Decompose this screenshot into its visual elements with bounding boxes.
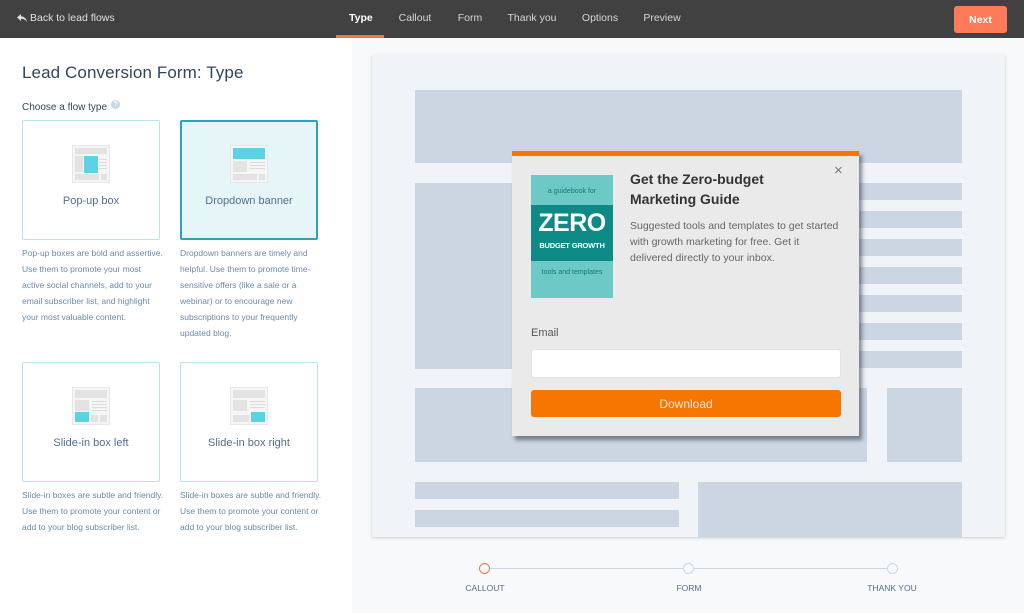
flow-type-card-slide-in-right[interactable]: Slide-in box right — [180, 362, 318, 482]
placeholder-line — [858, 183, 962, 200]
card-label: Slide-in box left — [53, 437, 129, 449]
tab-callout[interactable]: Callout — [388, 0, 442, 38]
card-label: Slide-in box right — [208, 437, 290, 449]
card-description: Slide-in boxes are subtle and friendly. … — [180, 490, 322, 532]
flow-type-card-popup-box[interactable]: Pop-up box — [22, 120, 160, 240]
flow-type-panel: Lead Conversion Form: Type Choose a flow… — [0, 38, 352, 613]
placeholder-side-block — [887, 388, 962, 462]
modal-title: Get the Zero-budget Marketing Guide — [630, 171, 764, 207]
tab-type[interactable]: Type — [336, 0, 384, 38]
section-label-text: Choose a flow type — [22, 102, 108, 113]
step-tabs: Type Callout Form Thank you Options Prev… — [336, 0, 692, 38]
back-link-label: Back to lead flows — [30, 12, 115, 24]
placeholder-line — [858, 267, 962, 284]
step-label-form[interactable]: FORM — [649, 583, 729, 593]
dropdown-banner-icon — [230, 145, 268, 183]
flow-type-card-dropdown-banner[interactable]: Dropdown banner — [180, 120, 318, 240]
placeholder-line — [858, 239, 962, 256]
popup-box-icon — [72, 145, 110, 183]
step-connector — [694, 568, 887, 569]
step-dot-form[interactable] — [683, 563, 694, 574]
placeholder-line — [858, 211, 962, 228]
placeholder-footer-block — [698, 482, 962, 537]
book-top-text: a guidebook for — [547, 188, 597, 195]
book-title-band: ZERO BUDGET GROWTH — [531, 205, 613, 261]
tab-thank-you[interactable]: Thank you — [498, 0, 566, 38]
section-label: Choose a flow type ? — [22, 100, 121, 113]
book-main-title: ZERO — [538, 209, 606, 237]
card-description: Slide-in boxes are subtle and friendly. … — [22, 490, 164, 532]
tab-options[interactable]: Options — [570, 0, 630, 38]
step-dot-callout[interactable] — [479, 563, 490, 574]
slide-in-left-icon — [72, 387, 110, 425]
email-input[interactable] — [531, 349, 841, 378]
slide-in-right-icon — [230, 387, 268, 425]
back-to-lead-flows-link[interactable]: Back to lead flows — [17, 12, 115, 24]
placeholder-line — [858, 323, 962, 340]
placeholder-line — [858, 295, 962, 312]
placeholder-content-block — [415, 183, 515, 369]
modal-accent-bar — [512, 151, 859, 156]
step-label-callout[interactable]: CALLOUT — [445, 583, 525, 593]
tab-form[interactable]: Form — [444, 0, 496, 38]
ebook-cover-image: a guidebook for ZERO BUDGET GROWTH tools… — [531, 175, 613, 298]
help-icon[interactable]: ? — [111, 100, 121, 109]
step-connector — [490, 568, 683, 569]
tab-preview[interactable]: Preview — [632, 0, 692, 38]
modal-body-text: Suggested tools and templates to get sta… — [630, 220, 839, 264]
placeholder-line — [858, 351, 962, 368]
close-icon[interactable]: × — [834, 163, 843, 178]
book-bottom-text: tools and templates — [541, 269, 603, 276]
card-description: Dropdown banners are timely and helpful.… — [180, 248, 311, 338]
card-description: Pop-up boxes are bold and assertive. Use… — [22, 248, 163, 322]
step-label-thank-you[interactable]: THANK YOU — [852, 583, 932, 593]
card-label: Pop-up box — [62, 195, 120, 207]
placeholder-line — [415, 510, 679, 527]
flow-type-card-slide-in-left[interactable]: Slide-in box left — [22, 362, 160, 482]
placeholder-line — [415, 482, 679, 499]
card-label: Dropdown banner — [205, 195, 293, 207]
reply-arrow-icon — [17, 13, 27, 22]
page-title: Lead Conversion Form: Type — [22, 63, 244, 82]
step-dot-thank-you[interactable] — [887, 563, 898, 574]
book-subtitle: BUDGET GROWTH — [539, 241, 605, 250]
download-button[interactable]: Download — [531, 390, 841, 417]
popup-preview-modal: × a guidebook for ZERO BUDGET GROWTH too… — [512, 151, 859, 436]
top-navigation-bar: Back to lead flows Type Callout Form Tha… — [0, 0, 1024, 38]
email-label: Email — [531, 327, 559, 339]
next-button[interactable]: Next — [954, 6, 1007, 33]
